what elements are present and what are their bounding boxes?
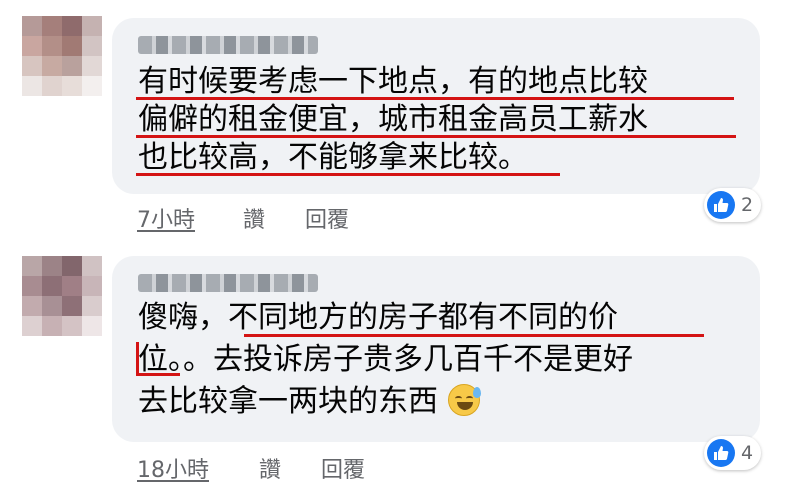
- timestamp-link[interactable]: 7小時: [137, 202, 195, 234]
- red-underline: [136, 373, 180, 376]
- author-name-redacted[interactable]: [138, 36, 318, 54]
- comment-text-line-3: 也比较高，不能够拿来比较。: [138, 140, 528, 175]
- comment-text-line-3: 去比较拿一两块的东西: [138, 384, 481, 420]
- reaction-count: 2: [741, 194, 754, 216]
- comment-text-line-1: 傻嗨，不同地方的房子都有不同的价: [138, 300, 618, 335]
- red-underline: [244, 334, 704, 337]
- comment-text: 去比较拿一两块的东西: [138, 384, 438, 419]
- red-underline: [136, 135, 736, 138]
- red-underline: [136, 173, 560, 176]
- red-underline: [136, 97, 734, 100]
- reaction-count: 4: [741, 442, 754, 464]
- reaction-summary[interactable]: 2: [704, 188, 762, 222]
- reaction-summary[interactable]: 4: [704, 436, 762, 470]
- like-button[interactable]: 讚: [243, 202, 265, 234]
- reply-button[interactable]: 回覆: [321, 452, 365, 484]
- thumbs-up-icon: [707, 191, 735, 219]
- timestamp-link[interactable]: 18小時: [137, 452, 209, 484]
- sweat-smile-emoji: [447, 384, 481, 416]
- comment-text-line-2: 位。。去投诉房子贵多几百千不是更好: [138, 342, 633, 377]
- reply-button[interactable]: 回覆: [305, 202, 349, 234]
- comment-text-line-1: 有时候要考虑一下地点，有的地点比较: [138, 64, 648, 99]
- comment-text-line-2: 偏僻的租金便宜，城市租金高员工薪水: [138, 102, 648, 137]
- author-name-redacted[interactable]: [138, 274, 318, 292]
- like-button[interactable]: 讚: [259, 452, 281, 484]
- avatar[interactable]: [22, 16, 102, 96]
- thumbs-up-icon: [707, 439, 735, 467]
- avatar[interactable]: [22, 256, 102, 336]
- red-underline: [136, 342, 139, 376]
